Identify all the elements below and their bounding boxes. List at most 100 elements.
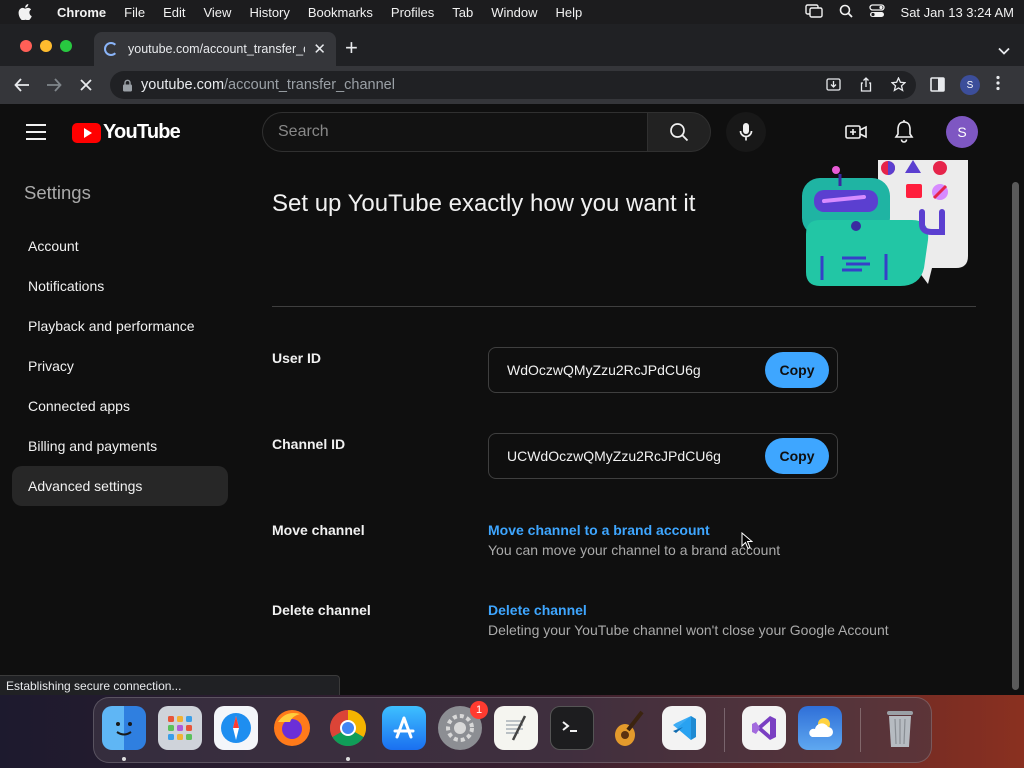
- screen-mirroring-icon[interactable]: [804, 3, 823, 21]
- menu-bar-clock[interactable]: Sat Jan 13 3:24 AM: [901, 5, 1014, 20]
- delete-channel-link[interactable]: Delete channel: [488, 602, 587, 618]
- back-arrow-icon[interactable]: [12, 75, 32, 95]
- dock-safari-icon[interactable]: [214, 706, 258, 750]
- channel-id-field: UCWdOczwQMyZzu2RcJPdCU6g Copy: [488, 433, 838, 479]
- sidebar-item-label: Playback and performance: [28, 318, 195, 334]
- new-tab-button[interactable]: +: [345, 37, 358, 59]
- sidebar-item-notifications[interactable]: Notifications: [12, 266, 228, 306]
- window-close-button[interactable]: [20, 40, 32, 52]
- loading-spinner-icon: [104, 42, 118, 56]
- menu-window[interactable]: Window: [482, 5, 546, 20]
- sidebar-item-privacy[interactable]: Privacy: [12, 346, 228, 386]
- move-channel-description: You can move your channel to a brand acc…: [488, 542, 781, 558]
- sidebar-item-label: Notifications: [28, 278, 105, 294]
- sidebar-item-billing[interactable]: Billing and payments: [12, 426, 228, 466]
- voice-search-button[interactable]: [726, 112, 766, 152]
- sidebar-item-label: Account: [28, 238, 79, 254]
- menu-tab[interactable]: Tab: [443, 5, 482, 20]
- close-tab-icon[interactable]: ✕: [313, 40, 326, 58]
- dock-visual-studio-icon[interactable]: [742, 706, 786, 750]
- dock-garageband-icon[interactable]: [606, 706, 650, 750]
- youtube-logo[interactable]: YouTube: [72, 121, 181, 144]
- url-path: /account_transfer_channel: [224, 77, 395, 93]
- account-avatar[interactable]: S: [946, 116, 978, 148]
- site-info-lock-icon[interactable]: [122, 79, 133, 92]
- channel-id-value: UCWdOczwQMyZzu2RcJPdCU6g: [507, 448, 721, 464]
- dock-launchpad-icon[interactable]: [158, 706, 202, 750]
- sidebar-item-playback[interactable]: Playback and performance: [12, 306, 228, 346]
- notifications-bell-icon[interactable]: [892, 119, 916, 150]
- browser-tab-active[interactable]: youtube.com/account_transfer_channel ✕: [94, 32, 336, 66]
- menu-help[interactable]: Help: [547, 5, 592, 20]
- dock-app-store-icon[interactable]: [382, 706, 426, 750]
- browser-toolbar: youtube.com/account_transfer_channel S: [0, 66, 1024, 104]
- share-icon[interactable]: [859, 77, 873, 96]
- address-bar[interactable]: youtube.com/account_transfer_channel: [110, 71, 916, 99]
- sidebar-item-account[interactable]: Account: [12, 226, 228, 266]
- page-scrollbar[interactable]: [1012, 182, 1019, 690]
- side-panel-icon[interactable]: [930, 77, 945, 97]
- user-id-label: User ID: [272, 350, 322, 366]
- page-title: Set up YouTube exactly how you want it: [272, 190, 696, 217]
- create-video-icon[interactable]: [844, 120, 868, 149]
- sidebar-item-label: Billing and payments: [28, 438, 158, 454]
- menu-history[interactable]: History: [240, 5, 298, 20]
- user-id-value: WdOczwQMyZzu2RcJPdCU6g: [507, 362, 701, 378]
- delete-channel-description: Deleting your YouTube channel won't clos…: [488, 622, 889, 638]
- menu-app-name[interactable]: Chrome: [48, 5, 115, 20]
- control-center-icon[interactable]: [868, 3, 885, 21]
- url-host: youtube.com: [141, 77, 225, 93]
- window-minimize-button[interactable]: [40, 40, 52, 52]
- browser-menu-icon[interactable]: [996, 75, 1000, 96]
- macos-dock: 1: [93, 697, 932, 763]
- section-divider: [272, 306, 976, 307]
- dock-vscode-icon[interactable]: [662, 706, 706, 750]
- browser-profile-avatar[interactable]: S: [960, 75, 980, 95]
- window-zoom-button[interactable]: [60, 40, 72, 52]
- dock-finder-icon[interactable]: [102, 706, 146, 750]
- dock-terminal-icon[interactable]: [550, 706, 594, 750]
- settings-sidebar: Settings Account Notifications Playback …: [0, 160, 240, 695]
- notification-badge: 1: [470, 701, 488, 719]
- youtube-play-icon: [72, 122, 101, 143]
- guide-menu-icon[interactable]: [26, 124, 46, 140]
- menu-profiles[interactable]: Profiles: [382, 5, 443, 20]
- menu-edit[interactable]: Edit: [154, 5, 194, 20]
- macos-menu-bar: Chrome File Edit View History Bookmarks …: [0, 0, 1024, 24]
- install-app-icon[interactable]: [826, 77, 841, 96]
- sidebar-item-advanced-settings[interactable]: Advanced settings: [12, 466, 228, 506]
- menu-bookmarks[interactable]: Bookmarks: [299, 5, 382, 20]
- menu-file[interactable]: File: [115, 5, 154, 20]
- dock-weather-icon[interactable]: [798, 706, 842, 750]
- forward-arrow-icon[interactable]: [44, 75, 64, 95]
- dock-running-indicator: [346, 757, 350, 761]
- dock-textedit-icon[interactable]: [494, 706, 538, 750]
- dock-system-settings-icon[interactable]: 1: [438, 701, 488, 750]
- settings-heading: Settings: [24, 182, 91, 203]
- dock-chrome-icon[interactable]: [326, 706, 370, 750]
- browser-status-bubble: Establishing secure connection...: [0, 675, 340, 695]
- menu-view[interactable]: View: [194, 5, 240, 20]
- stop-loading-icon[interactable]: [76, 75, 96, 95]
- search-button[interactable]: [647, 112, 711, 152]
- delete-channel-label: Delete channel: [272, 602, 371, 618]
- youtube-logo-text: YouTube: [103, 121, 181, 143]
- bookmark-star-icon[interactable]: [890, 76, 907, 96]
- spotlight-search-icon[interactable]: [839, 4, 853, 21]
- copy-channel-id-button[interactable]: Copy: [765, 438, 829, 474]
- sidebar-item-connected-apps[interactable]: Connected apps: [12, 386, 228, 426]
- browser-tab-strip: youtube.com/account_transfer_channel ✕ +: [0, 24, 1024, 66]
- search-input[interactable]: Search: [262, 112, 648, 152]
- mouse-cursor-icon: [741, 532, 753, 550]
- user-id-field: WdOczwQMyZzu2RcJPdCU6g Copy: [488, 347, 838, 393]
- channel-id-label: Channel ID: [272, 436, 346, 452]
- move-channel-link[interactable]: Move channel to a brand account: [488, 522, 710, 538]
- dock-trash-icon[interactable]: [878, 706, 922, 750]
- tab-search-chevron-icon[interactable]: [998, 42, 1010, 60]
- youtube-masthead: YouTube Search S: [0, 104, 1024, 160]
- copy-user-id-button[interactable]: Copy: [765, 352, 829, 388]
- apple-logo-icon[interactable]: [18, 4, 36, 20]
- sidebar-item-label: Privacy: [28, 358, 74, 374]
- dock-firefox-icon[interactable]: [270, 706, 314, 750]
- tab-title: youtube.com/account_transfer_channel: [128, 42, 305, 56]
